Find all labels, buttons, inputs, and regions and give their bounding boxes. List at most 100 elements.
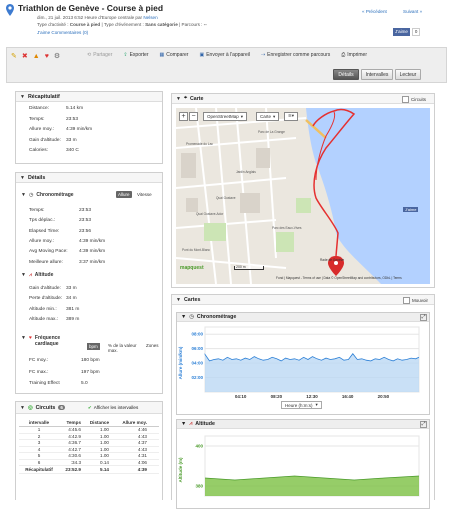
map-header[interactable]: ▼ ⌖ Carte	[172, 94, 434, 104]
show-intervals-toggle[interactable]: ✔ Afficher les intervalles	[88, 405, 138, 411]
share-label: Partager	[93, 52, 113, 58]
comments-link[interactable]: Commentaires (0)	[51, 30, 88, 35]
map-canvas[interactable]: + − OpenStreetMap ▾ Carte ▾ ≋▾ J'aime Rade…	[176, 108, 430, 284]
send-button[interactable]: ▣ Envoyer à l'appareil	[199, 52, 250, 58]
move-checkbox[interactable]: Mouvoir	[402, 297, 428, 304]
table-cell: 4:37	[138, 440, 147, 446]
zoom-in-button[interactable]: +	[179, 112, 188, 121]
timing-title: Chronométrage	[36, 192, 74, 198]
speed-toggle[interactable]: Vitesse	[137, 192, 152, 197]
collapse-icon: ▼	[20, 404, 25, 411]
chevron-down-icon: ▾	[315, 402, 318, 407]
map-label-grange: Parc de La Grange	[258, 130, 285, 134]
checkbox-icon	[402, 297, 410, 304]
export-label: Exporter	[129, 52, 149, 58]
hr-header[interactable]: ▼ ♥ Fréquence cardiaque	[21, 335, 66, 347]
details-header[interactable]: ▼ Détails	[16, 173, 162, 183]
export-button[interactable]: ⇪ Exporter	[123, 52, 148, 58]
hr-row: FC max.: 197 bpm	[29, 370, 162, 375]
map-attribution: Fond | Mapquest - Terms of use | Data © …	[276, 276, 402, 280]
map-type-value: Carte	[260, 114, 272, 119]
pct-toggle[interactable]: % de la valeur max.	[108, 343, 138, 353]
delete-icon[interactable]: ✖	[22, 52, 28, 60]
table-cell: 3	[37, 440, 41, 446]
altitude-header[interactable]: ▼ ⩘ Altitude	[21, 272, 53, 278]
table-cell: :34.3	[70, 459, 81, 465]
alt-chart: Altitude (m) 380 400	[178, 435, 420, 497]
expand-icon[interactable]: ⤢	[420, 421, 427, 428]
summary-row-label: Gain d'altitude:	[29, 137, 61, 143]
compare-button[interactable]: ▦ Comparer	[160, 52, 189, 58]
next-link[interactable]: Suivant »	[403, 9, 422, 14]
map-fb-like-button[interactable]: J'aime	[403, 207, 419, 212]
laps-col-header: intervalle	[28, 420, 50, 425]
fb-like-widget[interactable]: J'aime 0	[393, 28, 421, 36]
table-cell: 1.00	[100, 453, 109, 459]
clock-icon: ◷	[28, 192, 34, 198]
fb-like-count: 0	[411, 28, 421, 36]
charts-header[interactable]: ▼ Cartes	[172, 295, 434, 305]
map-type-select[interactable]: Carte ▾	[256, 112, 280, 121]
save-route-button[interactable]: ⇢ Enregistrer comme parcours	[261, 52, 330, 58]
print-button[interactable]: ⎙ Imprimer	[341, 52, 367, 58]
map-provider-select[interactable]: OpenStreetMap ▾	[203, 112, 248, 121]
send-label: Envoyer à l'appareil	[206, 52, 250, 58]
table-cell: 4	[37, 446, 41, 452]
table-cell: 4:36.7	[68, 440, 81, 446]
bpm-toggle[interactable]: bpm	[87, 343, 100, 350]
activity-date: dim., 21 juil. 2013 6:52 Heure d'Europe …	[37, 15, 158, 20]
summary-row: Temps: 23:53	[29, 117, 162, 122]
pace-toggle[interactable]: Allure	[116, 191, 132, 198]
hr-row-label: FC max.:	[29, 369, 49, 375]
summary-cell: 5.14	[100, 467, 109, 472]
author-link[interactable]: Nelsen	[143, 15, 157, 20]
checkbox-icon	[401, 96, 409, 103]
altitude-icon: ⩘	[189, 420, 193, 427]
alt-ylabel: Altitude (m)	[178, 457, 183, 482]
expand-icon[interactable]: ⤢	[420, 314, 427, 321]
fb-like-button[interactable]: J'aime	[393, 28, 410, 36]
summary-header[interactable]: ▼ Récapitulatif	[16, 92, 162, 102]
timing-header[interactable]: ▼ ◷ Chronométrage	[21, 192, 74, 198]
altitude-row-label: Gain d'altitude:	[29, 286, 61, 291]
hr-row-value: 180 bpm	[81, 358, 100, 363]
altitude-row: Gain d'altitude: 33 m	[29, 286, 162, 291]
alert-icon[interactable]: ▲	[33, 53, 40, 60]
share-icon: ⟲	[87, 52, 92, 58]
zoom-out-button[interactable]: −	[189, 112, 198, 121]
favorite-icon[interactable]: ♥	[45, 53, 49, 60]
layers-button[interactable]: ≋▾	[284, 112, 299, 121]
circuits-label: Circuits	[410, 97, 426, 102]
collapse-icon: ▼	[176, 296, 181, 303]
pace-chart-header[interactable]: ▼ ◷ Chronométrage	[177, 313, 429, 322]
activity-icon	[6, 4, 14, 16]
laps-panel: ▼ ◎ Circuits 6 ✔ Afficher les intervalles…	[15, 401, 163, 500]
prev-link[interactable]: « Précédent	[362, 9, 387, 14]
provider-value: OpenStreetMap	[207, 114, 239, 119]
table-cell: 4:42.7	[68, 446, 81, 452]
tab-intervals[interactable]: Intervalles	[361, 69, 393, 80]
print-label: Imprimer	[347, 52, 367, 58]
compare-label: Comparer	[166, 52, 189, 58]
alt-chart-header[interactable]: ▼ ⩘ Altitude	[177, 420, 429, 429]
pace-xlabel: Heure (h:m:s)	[285, 402, 313, 408]
settings-icon[interactable]: ⚙	[54, 52, 60, 60]
table-cell: 4:43	[138, 433, 147, 439]
like-link[interactable]: J'aime	[37, 30, 50, 35]
toolbar-icons: ✎ ✖ ▲ ♥ ⚙	[11, 52, 60, 61]
laps-header[interactable]: ▼ ◎ Circuits 6 ✔ Afficher les intervalles	[16, 402, 162, 414]
map-pin-icon: ⌖	[183, 95, 187, 101]
zones-toggle[interactable]: Zones	[146, 343, 159, 348]
pace-xaxis-select[interactable]: Heure (h:m:s) ▾	[281, 401, 322, 409]
altitude-row-value: 33 m	[66, 286, 77, 291]
alt-chart-box: ▼ ⩘ Altitude ⤢ Altitude (m) 380 400	[176, 419, 430, 509]
edit-icon[interactable]: ✎	[11, 52, 17, 60]
tab-details[interactable]: Détails	[333, 69, 359, 80]
x-tick-label: 12:30	[306, 394, 318, 399]
share-button[interactable]: ⟲ Partager	[87, 52, 112, 58]
summary-row: Allure moy.: 4:39 min/km	[29, 127, 162, 132]
laps-summary-row: Récapitulatif 23:52.9 5.14 4:39	[19, 466, 159, 474]
date-text: dim., 21 juil. 2013 6:52 Heure d'Europe …	[37, 15, 144, 20]
tab-player[interactable]: Lecteur	[395, 69, 421, 80]
circuits-checkbox[interactable]: Circuits	[401, 96, 426, 103]
